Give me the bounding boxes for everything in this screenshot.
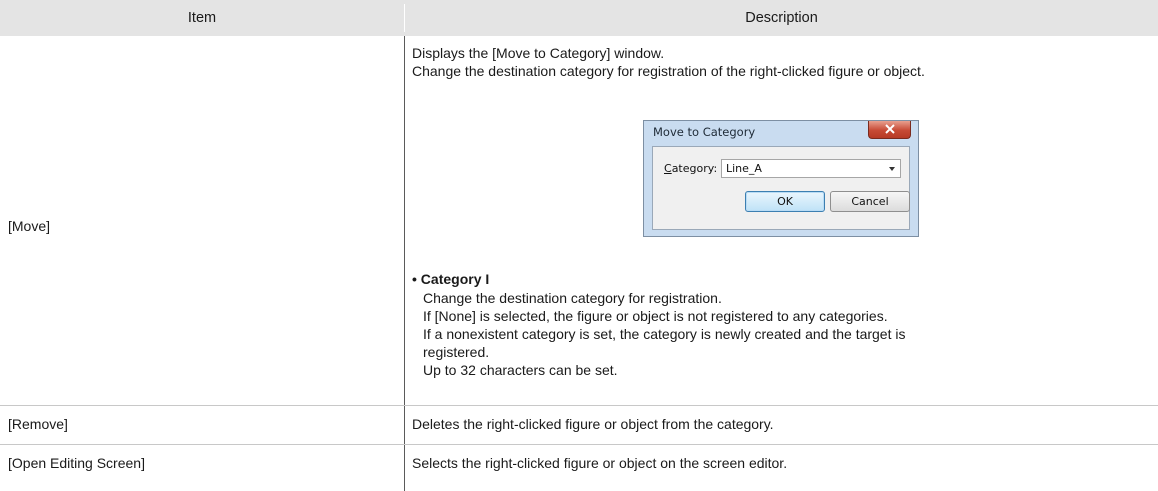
sub-description-line: If [None] is selected, the figure or obj… <box>423 308 888 324</box>
column-divider <box>404 36 405 491</box>
move-description-line: Displays the [Move to Category] window. <box>412 45 665 61</box>
sub-description-line: registered. <box>423 344 490 360</box>
close-button[interactable] <box>868 121 911 139</box>
sub-description-line: If a nonexistent category is set, the ca… <box>423 326 906 342</box>
category-label-text: ategory: <box>671 162 718 175</box>
row-item-remove: [Remove] <box>8 416 68 432</box>
cancel-button[interactable]: Cancel <box>830 191 910 212</box>
dialog-title: Move to Category <box>653 125 756 139</box>
header-item: Item <box>187 10 217 26</box>
category-label-accelerator: C <box>664 162 672 175</box>
header-description: Description <box>745 10 818 26</box>
move-description-line: Change the destination category for regi… <box>412 63 925 79</box>
sub-description-line: Up to 32 characters can be set. <box>423 362 618 378</box>
row-separator <box>0 444 1158 445</box>
category-label: Category: <box>664 162 717 175</box>
sub-description-line: Change the destination category for regi… <box>423 290 722 306</box>
table-header: Item Description <box>0 0 1158 36</box>
ok-button[interactable]: OK <box>745 191 825 212</box>
category-select[interactable]: Line_A <box>721 159 901 178</box>
chevron-down-icon <box>889 167 895 171</box>
row-item-move: [Move] <box>8 218 51 234</box>
row-item-open-editing-screen: [Open Editing Screen] <box>8 455 145 471</box>
remove-description: Deletes the right-clicked figure or obje… <box>412 416 774 432</box>
category-select-value: Line_A <box>726 162 762 175</box>
dialog-body: Category: Line_A OK Cancel <box>652 146 910 230</box>
row-separator <box>0 405 1158 406</box>
move-to-category-dialog: Move to Category Category: Line_A OK Can… <box>643 120 919 237</box>
header-divider <box>404 4 405 32</box>
subheading-category: • Category I <box>412 271 490 287</box>
close-icon <box>885 124 895 134</box>
open-editing-screen-description: Selects the right-clicked figure or obje… <box>412 455 788 471</box>
